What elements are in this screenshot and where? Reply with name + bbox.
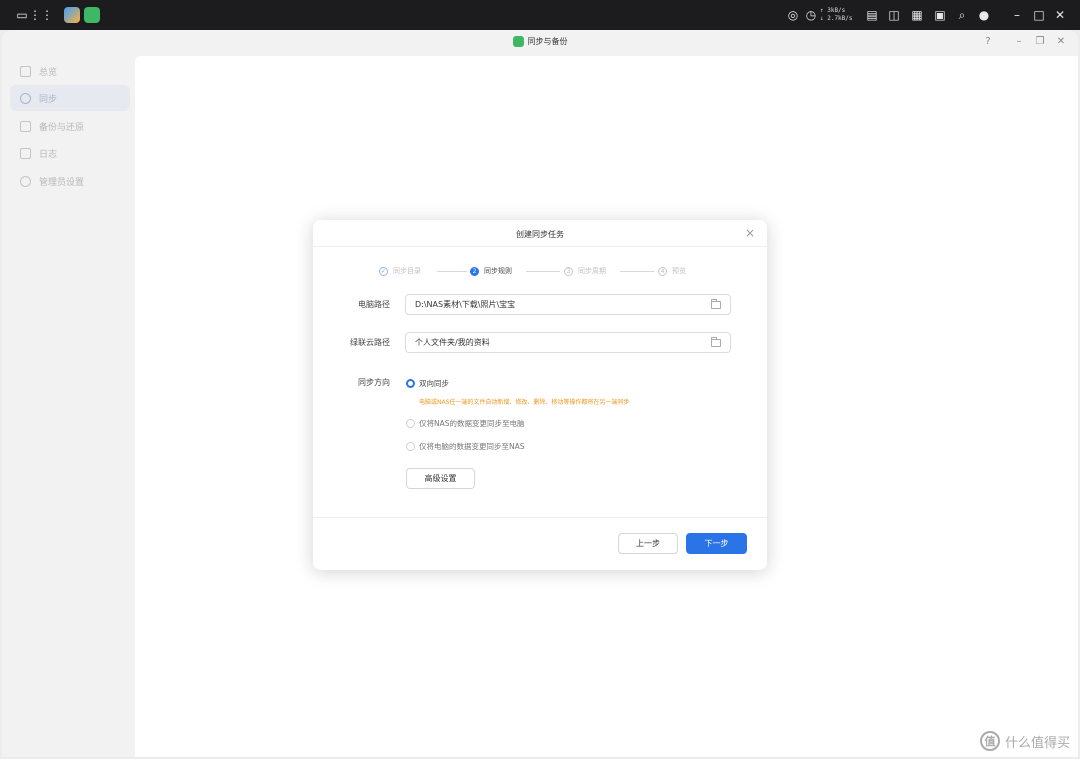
user-icon[interactable]: ●: [976, 7, 992, 23]
folder-icon[interactable]: [711, 337, 721, 347]
sidebar-item-backup[interactable]: 备份与还原: [10, 113, 130, 139]
sidebar-item-overview[interactable]: 总览: [10, 58, 130, 84]
network-icon[interactable]: ◎: [785, 7, 801, 23]
step-sync-directory: ✓ 同步目录: [379, 266, 421, 276]
window-icon[interactable]: ▭: [14, 7, 30, 23]
radio-unchecked-icon[interactable]: [406, 442, 415, 451]
dialog-close-button[interactable]: ×: [745, 226, 755, 240]
window-titlebar: 同步与备份 ? – ❐ ✕: [2, 30, 1078, 56]
settings-icon: [20, 175, 31, 187]
dialog-title: 创建同步任务: [516, 230, 564, 239]
cloud-path-field[interactable]: 个人文件夹/我的资料: [405, 332, 731, 353]
search-icon[interactable]: ⌕: [954, 7, 970, 23]
step-connector: [526, 271, 560, 272]
help-button[interactable]: ?: [981, 36, 995, 47]
sidebar-item-label: 备份与还原: [39, 122, 85, 133]
advanced-settings-button[interactable]: 高级设置: [406, 468, 475, 489]
sidebar-item-label: 管理员设置: [39, 177, 85, 188]
divider: [313, 246, 767, 247]
sync-icon: [20, 92, 31, 104]
upload-speed: ↑ 3kB/s: [820, 7, 846, 14]
grid-icon: [20, 65, 31, 77]
radio-pc-to-nas[interactable]: 仅将电脑的数据变更同步至NAS: [406, 441, 525, 452]
log-icon: [20, 147, 31, 159]
step-number: 2: [470, 266, 479, 276]
cloud-path-value: 个人文件夹/我的资料: [415, 338, 490, 347]
app-logo-icon: [512, 36, 524, 47]
step-preview: 4 预览: [658, 266, 686, 276]
watermark-logo: 值: [979, 731, 1000, 751]
window-title: 同步与备份: [527, 37, 568, 46]
create-sync-task-dialog: 创建同步任务 × ✓ 同步目录 2 同步规则 3 同步周期 4 预览 电脑路径 …: [313, 220, 767, 570]
cloud-path-label: 绿联云路径: [350, 338, 390, 347]
system-taskbar: ▭ ⋮⋮ ◎ ◷ ↑ 3kB/s ↓ 2.7kB/s ▤ ◫ ▦ ▣ ⌕ ● –…: [0, 0, 1080, 30]
sidebar-item-label: 总览: [39, 67, 58, 78]
panel-icon[interactable]: ◫: [886, 7, 902, 23]
sync-warning-text: 电脑或NAS任一端的文件自动新增、修改、删除、移动等操作都将在另一端同步: [419, 399, 630, 406]
clock-icon[interactable]: ◷: [803, 7, 819, 23]
step-connector: [620, 271, 654, 272]
backup-icon: [20, 120, 31, 132]
radio-label: 双向同步: [419, 379, 449, 388]
apps-grid-icon[interactable]: ⋮⋮: [29, 7, 53, 23]
sidebar-item-admin-settings[interactable]: 管理员设置: [10, 168, 130, 194]
window-restore-button[interactable]: ❐: [1033, 36, 1047, 47]
window-close-button[interactable]: ✕: [1054, 36, 1068, 47]
sync-direction-label: 同步方向: [358, 378, 390, 387]
radio-checked-icon[interactable]: [406, 379, 415, 388]
note-icon[interactable]: ▦: [909, 7, 925, 23]
download-speed: ↓ 2.7kB/s: [820, 15, 853, 22]
minimize-icon[interactable]: –: [1009, 7, 1025, 23]
radio-unchecked-icon[interactable]: [406, 419, 415, 428]
list-icon[interactable]: ▤: [864, 7, 880, 23]
step-sync-period: 3 同步周期: [564, 266, 606, 276]
restore-icon[interactable]: □: [1031, 7, 1047, 23]
previous-step-button[interactable]: 上一步: [618, 533, 678, 554]
sidebar: 总览 同步 备份与还原 日志 管理员设置: [6, 56, 132, 756]
pc-path-field[interactable]: D:\NAS素材\下载\照片\宝宝: [405, 294, 731, 315]
step-connector: [437, 271, 467, 272]
step-sync-rules: 2 同步规则: [470, 266, 512, 276]
step-label: 预览: [672, 267, 686, 275]
step-label: 同步目录: [393, 267, 421, 275]
notification-icon[interactable]: ▣: [932, 7, 948, 23]
step-number: 4: [658, 266, 667, 276]
watermark-text: 什么值得买: [1004, 735, 1070, 751]
step-number: 3: [564, 266, 573, 276]
check-icon: ✓: [379, 266, 388, 276]
sidebar-item-sync[interactable]: 同步: [10, 85, 130, 111]
radio-label: 仅将NAS的数据变更同步至电脑: [419, 419, 525, 428]
close-icon[interactable]: ✕: [1052, 7, 1068, 23]
photos-app-icon[interactable]: [64, 7, 80, 23]
pc-path-value: D:\NAS素材\下载\照片\宝宝: [415, 300, 516, 309]
divider: [313, 517, 767, 518]
next-step-button[interactable]: 下一步: [686, 533, 747, 554]
step-label: 同步规则: [484, 267, 512, 275]
folder-icon[interactable]: [711, 299, 721, 309]
radio-label: 仅将电脑的数据变更同步至NAS: [419, 442, 525, 451]
watermark: 值 什么值得买: [979, 731, 1070, 751]
network-speed: ↑ 3kB/s ↓ 2.7kB/s: [820, 7, 853, 23]
window-minimize-button[interactable]: –: [1012, 36, 1026, 47]
pc-path-label: 电脑路径: [358, 300, 390, 309]
sidebar-item-label: 同步: [39, 94, 58, 105]
sidebar-item-label: 日志: [39, 149, 58, 160]
sidebar-item-logs[interactable]: 日志: [10, 140, 130, 166]
radio-two-way-sync[interactable]: 双向同步: [406, 378, 449, 389]
sync-app-icon[interactable]: [84, 7, 100, 23]
radio-nas-to-pc[interactable]: 仅将NAS的数据变更同步至电脑: [406, 418, 525, 429]
step-label: 同步周期: [578, 267, 606, 275]
